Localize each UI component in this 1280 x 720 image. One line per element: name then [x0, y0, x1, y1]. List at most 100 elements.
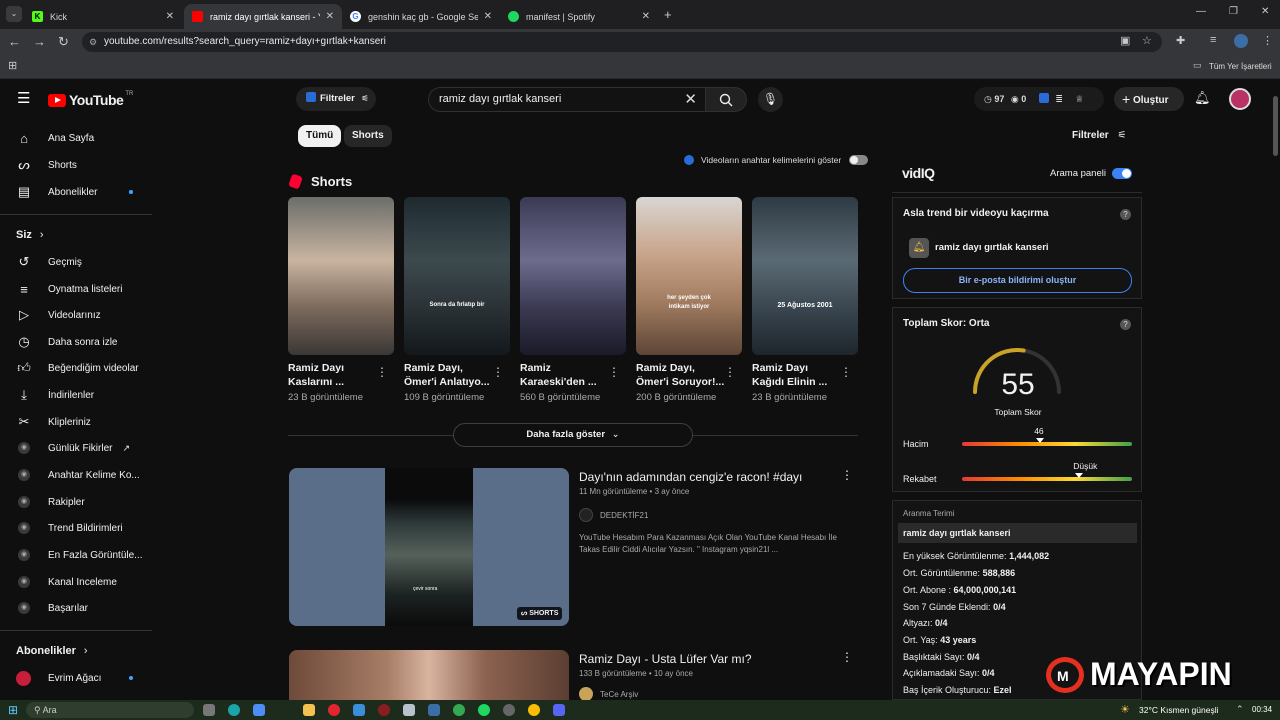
app-icon[interactable] [503, 704, 515, 716]
more-options-icon[interactable]: ⋮ [841, 468, 853, 482]
minimize-button[interactable]: — [1196, 6, 1206, 17]
video-thumbnail[interactable] [289, 650, 569, 700]
sidebar-item-downloads[interactable]: ⤓ İndirilenler [16, 383, 146, 407]
vidiq-item-channel-audit[interactable]: ◉ Kanal Inceleme [16, 570, 146, 594]
vidiq-item-trend-alerts[interactable]: ◉ Trend Bildirimleri [16, 516, 146, 540]
app-icon[interactable] [478, 704, 490, 716]
short-card[interactable]: Ramiz Karaeski'den ... 560 B görüntüleme… [520, 197, 626, 403]
hamburger-menu-icon[interactable]: ☰ [17, 89, 30, 107]
sidebar-item-liked-videos[interactable]: 👍︎ Beğendiğim videolar [16, 356, 146, 380]
vidiq-item-achievements[interactable]: ◉ Başarılar [16, 596, 146, 620]
sidebar-item-home[interactable]: ⌂ Ana Sayfa [16, 126, 146, 150]
trophy-icon[interactable]: ♕ [1075, 94, 1083, 104]
app-icon[interactable] [428, 704, 440, 716]
browser-menu-icon[interactable]: ⋮ [1262, 34, 1273, 47]
chrome-icon[interactable] [453, 704, 465, 716]
site-info-icon[interactable]: ⚙ [89, 32, 97, 52]
more-options-icon[interactable]: ⋮ [841, 650, 853, 664]
video-result[interactable]: çevir sonra ᔕ SHORTS Dayı'nın adamından … [289, 468, 859, 626]
short-title[interactable]: Ramiz Dayı Kaslarını ... [288, 361, 378, 389]
sidebar-item-history[interactable]: ↺ Geçmiş [16, 250, 146, 274]
channel-row[interactable]: TeCe Arşiv [579, 687, 638, 701]
tab-google[interactable]: G genshin kaç gb - Google Search ✕ [342, 4, 500, 29]
vidiq-item-competitors[interactable]: ◉ Rakipler [16, 490, 146, 514]
back-icon[interactable]: ← [8, 34, 21, 49]
taskbar-search[interactable]: ⚲ Ara [26, 702, 194, 718]
more-options-icon[interactable]: ⋮ [840, 365, 852, 379]
extensions-icon[interactable]: ✚ [1176, 34, 1185, 47]
vidiq-item-keyword-tool[interactable]: ◉ Anahtar Kelime Ko... [16, 463, 146, 487]
short-thumbnail[interactable] [288, 197, 394, 355]
channel-row[interactable]: DEDEKTİF21 [579, 508, 648, 522]
app-icon[interactable] [403, 704, 415, 716]
close-icon[interactable]: ✕ [166, 11, 174, 22]
short-thumbnail[interactable]: Sonra da fırlatıp bir [404, 197, 510, 355]
short-thumbnail[interactable] [520, 197, 626, 355]
edge-icon[interactable] [228, 704, 240, 716]
list-icon[interactable]: ≣ [1055, 94, 1063, 104]
bookmark-star-icon[interactable]: ☆ [1142, 34, 1152, 47]
weather-text[interactable]: 32°C Kısmen güneşli [1139, 705, 1218, 715]
sidebar-item-playlists[interactable]: ≡ Oynatma listeleri [16, 277, 146, 301]
discord-icon[interactable] [553, 704, 565, 716]
install-app-icon[interactable]: ▣ [1120, 34, 1130, 47]
subscription-channel[interactable]: Evrim Ağacı [16, 666, 146, 690]
keyword-toggle-switch[interactable] [849, 155, 869, 165]
app-icon[interactable] [353, 704, 365, 716]
help-icon[interactable]: ? [1120, 319, 1131, 330]
video-result[interactable]: Ramiz Dayı - Usta Lüfer Var mı? 133 B gö… [289, 650, 859, 701]
window-close-button[interactable]: ✕ [1261, 6, 1269, 17]
short-card[interactable]: Sonra da fırlatıp bir Ramiz Dayı, Ömer'i… [404, 197, 510, 403]
new-tab-button[interactable]: + [664, 7, 672, 22]
sidebar-item-subscriptions[interactable]: ▤ Abonelikler [16, 180, 146, 204]
explorer-icon[interactable] [253, 704, 265, 716]
video-title[interactable]: Dayı'nın adamından cengiz'e racon! #dayı [579, 470, 802, 484]
scrollbar-thumb[interactable] [1273, 96, 1278, 156]
help-icon[interactable]: ? [1120, 209, 1131, 220]
create-email-alert-button[interactable]: Bir e-posta bildirimi oluştur [903, 268, 1132, 293]
all-bookmarks-link[interactable]: Tüm Yer İşaretleri [1209, 62, 1272, 71]
chrome-icon[interactable] [528, 704, 540, 716]
search-input[interactable]: ramiz dayı gırtlak kanseri [439, 93, 561, 105]
tab-spotify[interactable]: manifest | Spotify ✕ [500, 4, 658, 29]
account-avatar[interactable] [1229, 88, 1251, 110]
short-thumbnail[interactable]: her şeyden çok intikam istiyor [636, 197, 742, 355]
show-more-button[interactable]: Daha fazla göster ⌄ [453, 423, 693, 447]
search-box[interactable]: ramiz dayı gırtlak kanseri ✕ [428, 87, 706, 112]
system-tray-icon[interactable]: ⌃ [1236, 704, 1244, 715]
short-title[interactable]: Ramiz Karaeski'den ... [520, 361, 610, 389]
sidebar-item-clips[interactable]: ✂ Klipleriniz [16, 410, 146, 434]
short-card[interactable]: her şeyden çok intikam istiyor Ramiz Day… [636, 197, 742, 403]
close-icon[interactable]: ✕ [326, 11, 334, 22]
short-title[interactable]: Ramiz Dayı, Ömer'i Soruyor!... [636, 361, 726, 389]
create-button[interactable]: + Oluştur [1114, 87, 1184, 111]
vidiq-icon[interactable] [1038, 93, 1049, 103]
search-button[interactable] [706, 87, 747, 112]
tab-kick[interactable]: K Kick ✕ [24, 4, 182, 29]
short-card[interactable]: Ramiz Dayı Kaslarını ... 23 B görüntülem… [288, 197, 394, 403]
task-view-icon[interactable] [203, 704, 215, 716]
reload-icon[interactable]: ↻ [58, 34, 69, 50]
close-icon[interactable]: ✕ [484, 11, 492, 22]
short-title[interactable]: Ramiz Dayı Kağıdı Elinin ... [752, 361, 842, 389]
page-scrollbar[interactable] [1270, 82, 1280, 700]
sidebar-item-watch-later[interactable]: ◷ Daha sonra izle [16, 330, 146, 354]
tab-list-button[interactable]: ⌄ [6, 6, 22, 22]
you-section-header[interactable]: Siz › [16, 223, 146, 247]
sidebar-item-your-videos[interactable]: ▷ Videolarınız [16, 303, 146, 327]
vidiq-item-daily-ideas[interactable]: ◉ Günlük Fikirler ↗ [16, 436, 146, 460]
filters-right-button[interactable]: Filtreler ⚟ [1072, 130, 1126, 141]
subscriptions-section-header[interactable]: Abonelikler › [16, 639, 146, 663]
vidiq-item-most-viewed[interactable]: ◉ En Fazla Görüntüle... [16, 543, 146, 567]
maximize-button[interactable]: ❐ [1229, 6, 1238, 17]
profile-avatar[interactable] [1234, 34, 1248, 48]
windows-start-icon[interactable]: ⊞ [8, 703, 18, 717]
close-icon[interactable]: ✕ [642, 11, 650, 22]
chip-shorts[interactable]: Shorts [344, 125, 392, 147]
opera-icon[interactable] [328, 704, 340, 716]
file-explorer-icon[interactable] [303, 704, 315, 716]
chip-all[interactable]: Tümü [298, 125, 342, 147]
video-title[interactable]: Ramiz Dayı - Usta Lüfer Var mı? [579, 652, 752, 666]
youtube-logo[interactable]: YouTube TR [48, 91, 133, 108]
vidiq-filters-button[interactable]: Filtreler ⚟ [296, 87, 376, 111]
